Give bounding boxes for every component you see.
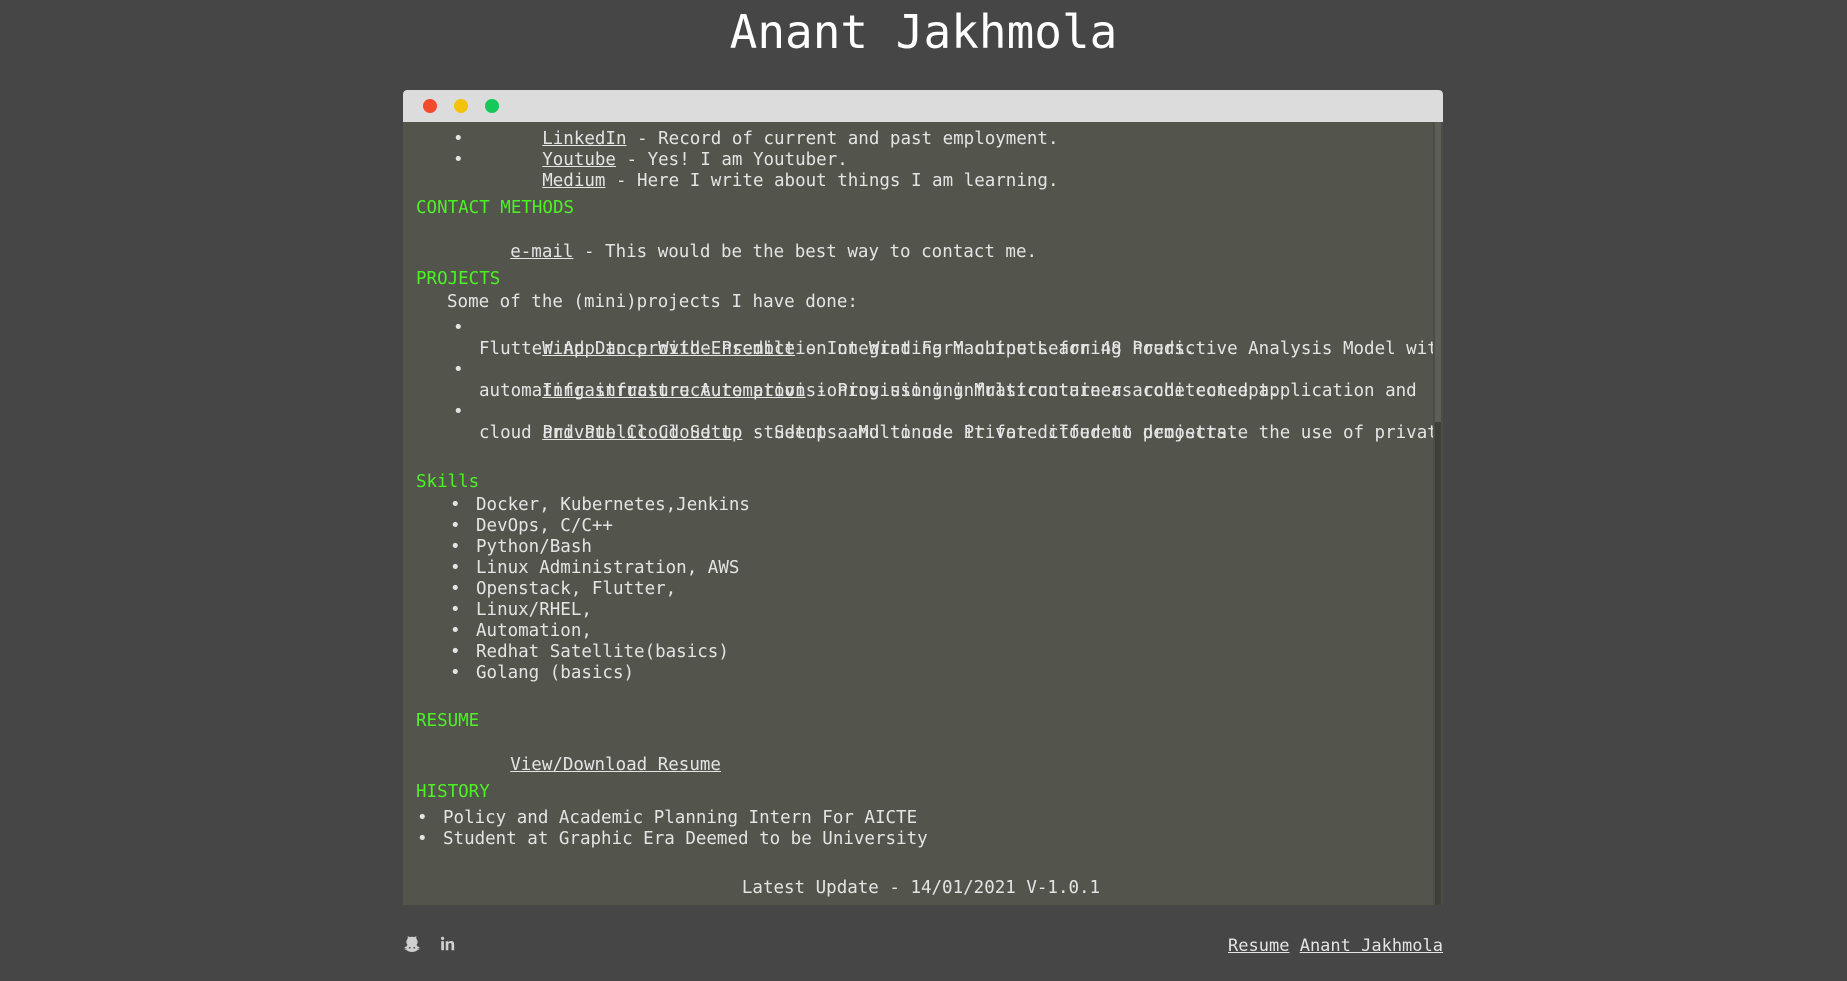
skill-item: Docker, Kubernetes,Jenkins — [450, 495, 750, 516]
page-footer: Resume Anant Jakhmola — [403, 935, 1443, 959]
medium-link[interactable]: Medium — [542, 171, 605, 191]
history-item: Student at Graphic Era Deemed to be Univ… — [417, 829, 928, 850]
skill-item: Python/Bash — [450, 537, 592, 558]
contact-line: e-mail - This would be the best way to c… — [447, 221, 1037, 284]
close-window-button[interactable] — [423, 99, 437, 113]
maximize-window-button[interactable] — [485, 99, 499, 113]
medium-desc: - Here I write about things I am learnin… — [605, 171, 1059, 191]
footer-name-link[interactable]: Anant Jakhmola — [1300, 936, 1443, 956]
scrollbar[interactable] — [1433, 122, 1443, 905]
window-titlebar — [403, 90, 1443, 122]
skill-item: Openstack, Flutter, — [450, 579, 676, 600]
email-link[interactable]: e-mail — [510, 242, 573, 262]
resume-heading: RESUME — [416, 711, 480, 731]
project-desc-continued: Flutter App to provide Prediction on Win… — [479, 339, 1196, 359]
skill-item: Linux Administration, AWS — [450, 558, 739, 579]
skills-heading: Skills — [416, 472, 480, 492]
github-icon[interactable] — [403, 935, 423, 955]
skill-item: Linux/RHEL, — [450, 600, 592, 621]
footer-links: Resume Anant Jakhmola — [1228, 935, 1443, 957]
history-heading: HISTORY — [416, 782, 490, 802]
linkedin-icon[interactable] — [439, 935, 459, 955]
project-desc-continued: automating infrastructure provisioning u… — [479, 381, 1280, 401]
email-desc: - This would be the best way to contact … — [573, 242, 1038, 262]
skill-item: Redhat Satellite(basics) — [450, 642, 729, 663]
scroll-track — [1435, 422, 1441, 905]
project-desc-continued: cloud and Public Cloud to students and t… — [479, 423, 1238, 443]
terminal-window: LinkedIn - Record of current and past em… — [403, 90, 1443, 905]
footer-resume-link[interactable]: Resume — [1228, 936, 1289, 956]
view-resume-link[interactable]: View/Download Resume — [510, 755, 721, 775]
latest-update-text: Latest Update - 14/01/2021 V-1.0.1 — [741, 878, 1101, 898]
skill-item: DevOps, C/C++ — [450, 516, 613, 537]
history-item: Policy and Academic Planning Intern For … — [417, 808, 917, 829]
contact-heading: CONTACT METHODS — [416, 198, 575, 218]
scroll-thumb[interactable] — [1435, 122, 1441, 422]
projects-intro: Some of the (mini)projects I have done: — [447, 292, 858, 312]
projects-heading: PROJECTS — [416, 269, 501, 289]
minimize-window-button[interactable] — [454, 99, 468, 113]
skill-item: Automation, — [450, 621, 592, 642]
page-title: Anant Jakhmola — [729, 5, 1118, 59]
skill-item: Golang (basics) — [450, 663, 634, 684]
